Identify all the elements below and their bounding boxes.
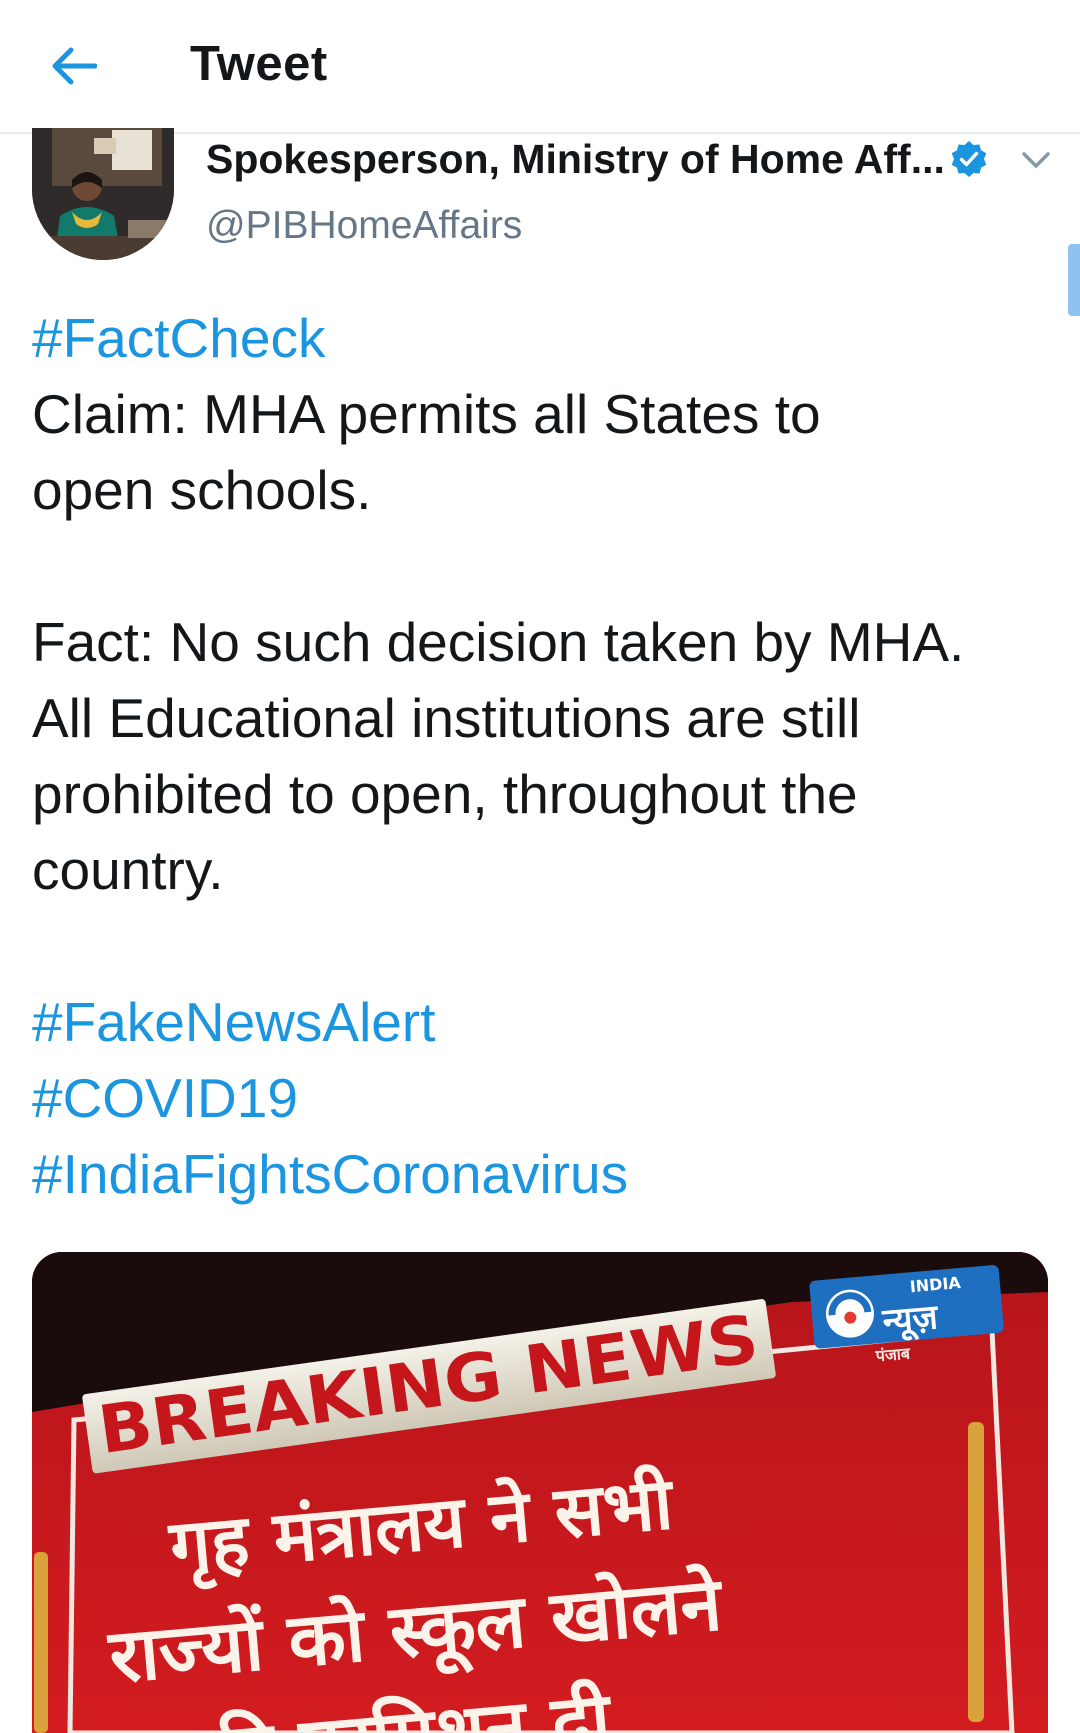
arrow-left-icon bbox=[52, 47, 97, 85]
tweet-media-image[interactable]: BREAKING NEWS INDIA न्यूज़ पंजाब गृह मंत… bbox=[32, 1252, 1048, 1733]
tweet-text-line: prohibited to open, throughout the bbox=[32, 763, 858, 825]
verified-badge-icon bbox=[951, 141, 987, 177]
tweet-text-line: All Educational institutions are still bbox=[32, 687, 861, 749]
tweet-text-line: open schools. bbox=[32, 459, 372, 521]
hashtag-link[interactable]: #COVID19 bbox=[32, 1060, 1062, 1136]
breaking-news-screenshot: BREAKING NEWS INDIA न्यूज़ पंजाब गृह मंत… bbox=[32, 1252, 1048, 1733]
hashtag-link[interactable]: #FactCheck bbox=[32, 300, 1062, 376]
top-app-bar: Tweet bbox=[0, 0, 1080, 134]
hashtag-link[interactable]: #FakeNewsAlert bbox=[32, 984, 1062, 1060]
tweet-text: #FactCheck Claim: MHA permits all States… bbox=[32, 300, 1062, 1212]
tweet-text-line: Fact: No such decision taken by MHA. bbox=[32, 611, 965, 673]
back-button[interactable] bbox=[44, 38, 104, 94]
tweet-options-button[interactable] bbox=[1014, 142, 1058, 178]
page-title: Tweet bbox=[190, 37, 328, 91]
avatar[interactable] bbox=[32, 128, 174, 260]
chevron-down-icon bbox=[1022, 152, 1050, 168]
scrollbar[interactable] bbox=[1068, 244, 1080, 316]
author-name[interactable]: Spokesperson, Ministry of Home Aff... bbox=[206, 136, 945, 183]
tweet-text-line: country. bbox=[32, 839, 224, 901]
author-handle[interactable]: @PIBHomeAffairs bbox=[206, 204, 522, 248]
logo-sub-text: पंजाब bbox=[874, 1344, 912, 1366]
logo-main-text: न्यूज़ bbox=[880, 1297, 941, 1344]
avatar-photo bbox=[32, 128, 174, 260]
hashtag-link[interactable]: #IndiaFightsCoronavirus bbox=[32, 1136, 1062, 1212]
tweet-text-line: Claim: MHA permits all States to bbox=[32, 383, 821, 445]
